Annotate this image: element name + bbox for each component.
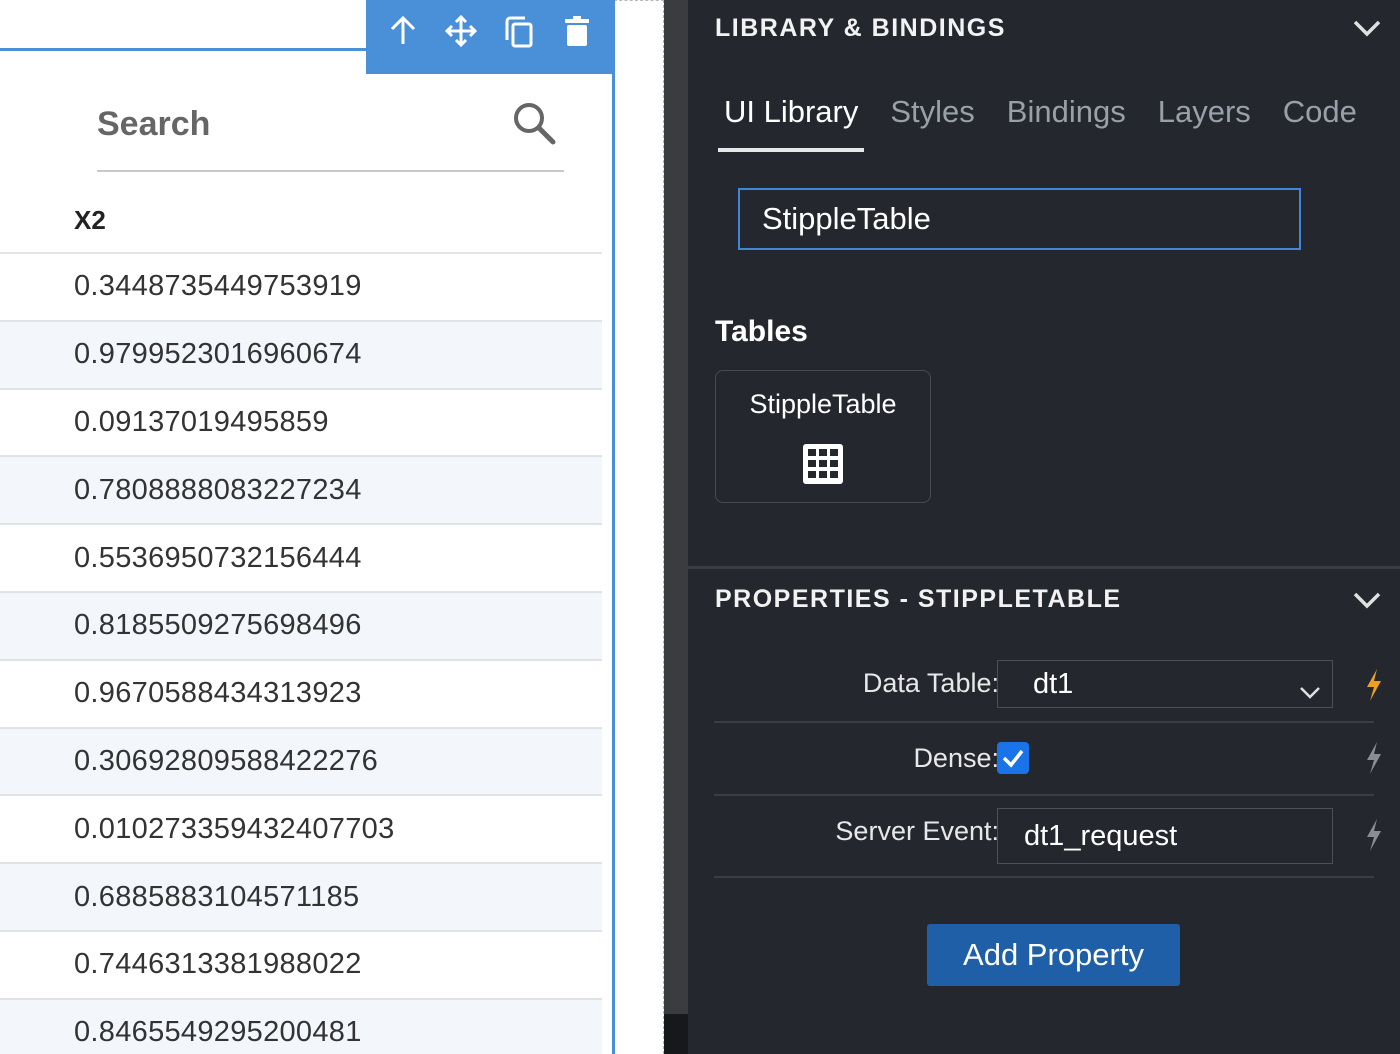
table-row[interactable]: 0.09137019495859 — [0, 390, 602, 458]
arrow-up-icon — [390, 15, 416, 44]
column-header-x2[interactable]: X2 — [74, 205, 106, 236]
move-button[interactable] — [439, 9, 483, 53]
library-tabs: UI Library Styles Bindings Layers Code — [718, 88, 1383, 152]
panel-resize-handle[interactable] — [664, 0, 688, 1054]
tab-bindings[interactable]: Bindings — [1001, 88, 1132, 152]
property-row-data-table: Data Table: dt1 — [714, 648, 1381, 723]
table-row[interactable]: 0.9799523016960674 — [0, 321, 602, 390]
table-row[interactable]: 0.9670588434313923 — [0, 661, 602, 729]
property-row-server-event: Server Event: — [714, 796, 1381, 878]
dense-label: Dense: — [913, 743, 999, 773]
copy-icon — [505, 16, 533, 48]
table-row[interactable]: 0.7808888083227234 — [0, 457, 602, 526]
component-toolbar — [366, 0, 614, 74]
tables-category-title: Tables — [715, 315, 808, 348]
trash-icon — [565, 16, 589, 46]
section-divider — [688, 566, 1400, 569]
library-section-title: LIBRARY & BINDINGS — [715, 14, 1006, 42]
table-row[interactable]: 0.5536950732156444 — [0, 525, 602, 593]
table-row[interactable]: 0.8185509275698496 — [0, 592, 602, 661]
data-table-select[interactable]: dt1 — [997, 660, 1333, 708]
table-row[interactable]: 0.6885883104571185 — [0, 864, 602, 932]
data-table-value: dt1 — [1033, 667, 1074, 700]
selection-outline — [0, 48, 366, 51]
data-table-label: Data Table: — [862, 668, 999, 698]
search-icon[interactable] — [511, 100, 557, 146]
add-property-button[interactable]: Add Property — [927, 924, 1180, 986]
move-icon — [444, 14, 478, 48]
server-event-label: Server Event: — [835, 816, 999, 846]
table-row[interactable]: 0.30692809588422276 — [0, 728, 602, 797]
library-collapse-toggle[interactable] — [1352, 18, 1382, 38]
search-input[interactable] — [97, 100, 497, 148]
library-search-input[interactable] — [738, 188, 1301, 250]
bolt-icon[interactable] — [1364, 668, 1384, 702]
tab-ui-library[interactable]: UI Library — [718, 88, 865, 152]
stippletable-component-card[interactable]: StippleTable — [715, 370, 931, 503]
move-up-button[interactable] — [381, 9, 425, 53]
table-body: 0.3448735449753919 0.9799523016960674 0.… — [0, 254, 602, 1054]
chevron-down-icon — [1353, 20, 1381, 37]
duplicate-button[interactable] — [497, 9, 541, 53]
table-row[interactable]: 0.3448735449753919 — [0, 254, 602, 322]
table-search — [97, 92, 564, 172]
bolt-icon[interactable] — [1364, 741, 1384, 775]
server-event-input[interactable] — [997, 808, 1333, 864]
tab-code[interactable]: Code — [1277, 88, 1363, 152]
design-canvas: X2 0.3448735449753919 0.9799523016960674… — [0, 0, 664, 1054]
properties-collapse-toggle[interactable] — [1352, 590, 1382, 610]
bolt-icon[interactable] — [1364, 818, 1384, 852]
scrollbar-corner — [664, 1014, 688, 1054]
table-row[interactable]: 0.8465549295200481 — [0, 999, 602, 1054]
chevron-down-icon — [1298, 676, 1322, 699]
selected-component[interactable]: X2 0.3448735449753919 0.9799523016960674… — [0, 0, 615, 1054]
grid-table-icon — [803, 444, 843, 484]
table-row[interactable]: 0.010273359432407703 — [0, 796, 602, 865]
component-card-label: StippleTable — [749, 389, 897, 419]
side-panel: LIBRARY & BINDINGS UI Library Styles Bin… — [688, 0, 1400, 1054]
checkmark-icon — [1002, 749, 1024, 768]
delete-button[interactable] — [555, 9, 599, 53]
tab-layers[interactable]: Layers — [1152, 88, 1257, 152]
tab-styles[interactable]: Styles — [884, 88, 980, 152]
dense-checkbox[interactable] — [997, 742, 1029, 774]
properties-section-title: PROPERTIES - STIPPLETABLE — [715, 585, 1122, 613]
chevron-down-icon — [1353, 592, 1381, 609]
canvas-boundary — [614, 0, 664, 1]
property-row-dense: Dense: — [714, 723, 1381, 796]
table-row[interactable]: 0.7446313381988022 — [0, 932, 602, 1000]
